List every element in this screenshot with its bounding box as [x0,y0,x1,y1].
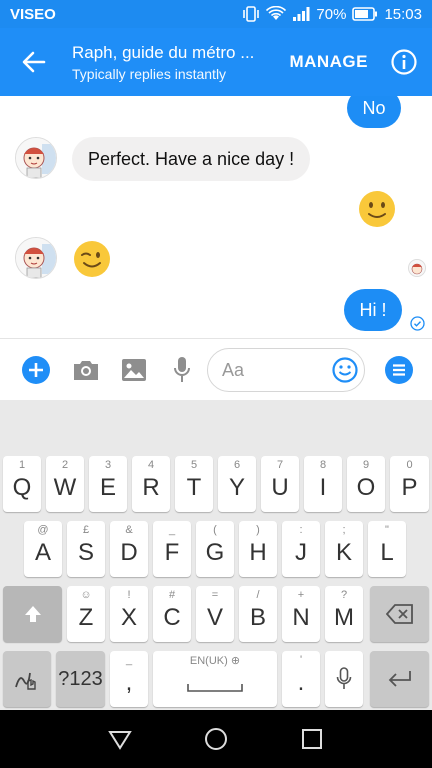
message-bubble-incoming[interactable]: Perfect. Have a nice day ! [72,137,311,181]
smiley-icon [332,357,358,383]
key-t[interactable]: 5T [175,456,213,512]
key-l[interactable]: " L [368,521,406,577]
triangle-back-icon [108,731,132,750]
key-p[interactable]: 0P [390,456,429,512]
seen-by-avatar [408,259,426,277]
menu-icon [385,356,413,384]
status-bar: VISEO 70% 15:03 [0,0,432,28]
backspace-icon [385,604,413,624]
key-k[interactable]: ; K [325,521,363,577]
on-screen-keyboard: 1Q 2W 3E 4R 5T 6Y 7U 8I 9O 0P @ A £ S & D _… [0,450,432,710]
key-y[interactable]: 6Y [218,456,256,512]
bot-avatar-icon [409,260,425,276]
keyboard-top-strip [0,400,432,450]
battery-icon [352,7,378,21]
image-icon [122,359,146,381]
key-q[interactable]: 1Q [3,456,41,512]
contact-info[interactable]: Raph, guide du métro ... Typically repli… [68,43,289,82]
signal-icon [292,6,310,22]
handwriting-key[interactable] [3,651,51,707]
conversation-header: Raph, guide du métro ... Typically repli… [0,28,432,96]
avatar[interactable] [15,237,57,279]
enter-arrow-icon [388,671,411,687]
carrier-name: VISEO [10,5,56,23]
vibrate-icon [242,6,260,22]
key-h[interactable]: ) H [239,521,277,577]
key-z[interactable]: ☺ Z [67,586,105,642]
symbols-key[interactable]: ?123 [56,651,105,707]
nav-recents-button[interactable] [299,726,325,752]
camera-icon [74,361,98,380]
key-s[interactable]: £ S [67,521,105,577]
voice-button[interactable] [167,355,197,385]
square-recents-icon [302,729,322,749]
message-list[interactable]: No Perfect. Have a nice day ! Hi ! [0,96,432,338]
key-m[interactable]: ? M [325,586,363,642]
back-button[interactable] [0,28,68,96]
key-f[interactable]: _ F [153,521,191,577]
camera-button[interactable] [71,355,101,385]
key-j[interactable]: :J [282,521,320,577]
key-w[interactable]: 2W [46,456,84,512]
clock: 15:03 [384,5,422,23]
key-c[interactable]: # C [153,586,191,642]
key-o[interactable]: 9O [347,456,385,512]
key-g[interactable]: (G [196,521,234,577]
slightly-smiling-emoji-icon[interactable] [358,190,396,228]
plus-icon [22,356,50,384]
manage-button[interactable]: MANAGE [289,52,368,72]
system-navigation-bar [0,710,432,768]
info-icon [391,49,417,75]
nav-back-button[interactable] [107,726,133,752]
key-b[interactable]: / B [239,586,277,642]
shift-key[interactable] [3,586,62,642]
message-bubble-outgoing[interactable]: Hi ! [344,289,402,331]
key-n[interactable]: + N [282,586,320,642]
microphone-icon [336,667,352,689]
message-bubble-outgoing[interactable]: No [347,96,401,128]
key-i[interactable]: 8I [304,456,342,512]
delivered-check-icon [410,316,425,331]
menu-button[interactable] [384,355,414,385]
space-bar-icon [187,684,243,692]
voice-input-key[interactable] [325,651,363,707]
info-button[interactable] [390,48,418,76]
key-period[interactable]: '. [282,651,320,707]
emoji-button[interactable] [330,355,360,385]
arrow-left-icon [22,51,46,73]
nav-home-button[interactable] [203,726,229,752]
winking-emoji-icon[interactable] [73,240,111,278]
key-v[interactable]: = V [196,586,234,642]
avatar[interactable] [15,137,57,179]
key-d[interactable]: & D [110,521,148,577]
key-a[interactable]: @ A [24,521,62,577]
battery-percent: 70% [316,5,347,23]
contact-name: Raph, guide du métro ... [72,42,255,62]
wifi-icon [266,6,287,22]
key-r[interactable]: 4R [132,456,170,512]
key-u[interactable]: 7U [261,456,299,512]
enter-key[interactable] [370,651,429,707]
more-actions-button[interactable] [21,355,51,385]
shift-arrow-icon [24,606,41,622]
backspace-key[interactable] [370,586,429,642]
key-e[interactable]: 3E [89,456,127,512]
message-composer: Aa [0,338,432,400]
key-x[interactable]: ! X [110,586,148,642]
space-key[interactable]: EN(UK) ⊕ [153,651,277,707]
key-comma[interactable]: _, [110,651,148,707]
contact-status: Typically replies instantly [72,65,227,82]
bot-avatar-icon [16,238,56,278]
microphone-icon [174,357,190,382]
message-input-placeholder: Aa [222,359,245,380]
gesture-hand-icon [15,672,36,690]
bot-avatar-icon [16,138,56,178]
circle-home-icon [205,728,227,750]
gallery-button[interactable] [119,355,149,385]
